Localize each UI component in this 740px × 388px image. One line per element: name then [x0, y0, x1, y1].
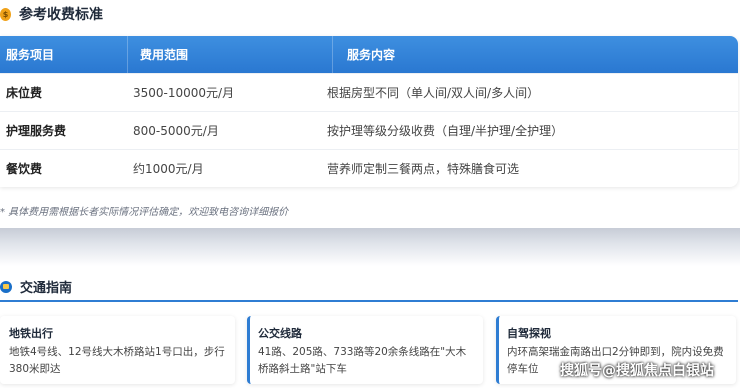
fees-table: 服务项目 费用范围 服务内容 床位费 3500-10000元/月 根据房型不同（… — [0, 36, 738, 187]
section-divider-band — [0, 228, 740, 266]
row-range: 约1000元/月 — [133, 162, 204, 176]
card-text: 41路、205路、733路等20余条线路在"大木桥路斜土路"站下车 — [258, 346, 467, 375]
transport-title-text: 交通指南 — [20, 281, 73, 296]
fees-section-title: $ 参考收费标准 — [0, 4, 103, 24]
row-range: 800-5000元/月 — [133, 124, 219, 138]
table-header: 服务项目 费用范围 服务内容 — [0, 36, 738, 73]
table-row: 护理服务费 800-5000元/月 按护理等级分级收费（自理/半护理/全护理） — [0, 111, 738, 149]
bus-icon — [0, 280, 12, 293]
row-range: 3500-10000元/月 — [133, 86, 235, 100]
row-desc: 根据房型不同（单人间/双人间/多人间） — [327, 86, 540, 100]
header-service-content: 服务内容 — [332, 36, 738, 73]
card-title: 公交线路 — [258, 327, 302, 340]
watermark: 搜狐号@搜狐焦点白银站 — [560, 363, 714, 379]
card-title: 自驾探视 — [507, 327, 551, 340]
row-item: 餐饮费 — [6, 162, 43, 176]
transport-section-title: 交通指南 — [0, 277, 72, 296]
card-text: 地铁4号线、12号线大木桥路站1号口出，步行380米即达 — [9, 346, 225, 375]
header-fee-range: 费用范围 — [127, 36, 332, 73]
header-service-item: 服务项目 — [6, 48, 55, 62]
section-underline — [0, 300, 738, 302]
card-title: 地铁出行 — [9, 327, 53, 340]
row-desc: 按护理等级分级收费（自理/半护理/全护理） — [327, 124, 564, 138]
row-item: 床位费 — [6, 86, 43, 100]
card-bus: 公交线路 41路、205路、733路等20余条线路在"大木桥路斜土路"站下车 — [247, 316, 483, 384]
fees-title-text: 参考收费标准 — [19, 7, 103, 23]
fees-note: * 具体费用需根据长者实际情况评估确定，欢迎致电咨询详细报价 — [0, 207, 289, 218]
card-subway: 地铁出行 地铁4号线、12号线大木桥路站1号口出，步行380米即达 — [0, 316, 235, 384]
table-row: 床位费 3500-10000元/月 根据房型不同（单人间/双人间/多人间） — [0, 73, 738, 111]
row-desc: 营养师定制三餐两点，特殊膳食可选 — [327, 162, 520, 176]
table-row: 餐饮费 约1000元/月 营养师定制三餐两点，特殊膳食可选 — [0, 149, 738, 187]
row-item: 护理服务费 — [6, 124, 67, 138]
money-bag-icon: $ — [0, 7, 11, 21]
